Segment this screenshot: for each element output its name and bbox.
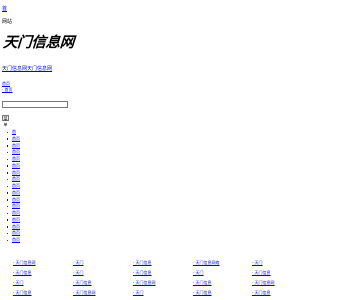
grid-link[interactable]: · 天门信息网 (133, 280, 156, 285)
menu-item[interactable]: 首页 (6, 149, 20, 156)
menu-item[interactable]: 首页 (6, 203, 20, 210)
grid-link[interactable]: · 天门 (133, 290, 144, 295)
grid-link[interactable]: · 天门信息 (13, 270, 32, 275)
menu-toggle-button[interactable]: 菜单 (2, 115, 9, 127)
grid-link[interactable]: · 天门信息网 (13, 260, 36, 265)
menu-item[interactable]: 首页 (6, 217, 20, 224)
footer-link-grid: · 天门信息网 · 天门 · 天门信息 · 天门信息网络 · 天门 · 天门信息… (0, 258, 360, 298)
menu-item[interactable]: 首页 (6, 176, 20, 183)
grid-link[interactable]: · 天门信息 (193, 290, 212, 295)
grid-link[interactable]: · 天门 (13, 280, 24, 285)
grid-link[interactable]: · 天门信息 (252, 290, 271, 295)
grid-link[interactable]: · 天门信息网络 (193, 260, 220, 265)
menu-item[interactable]: 首页 (6, 210, 20, 217)
grid-link[interactable]: · 天门信息网 (73, 290, 96, 295)
small-link-home-2[interactable]: · 首页 (2, 87, 13, 92)
menu-item[interactable]: 首页 (6, 190, 20, 197)
menu-item[interactable]: 首页 (6, 183, 20, 190)
menu-item[interactable]: 首 (6, 129, 20, 136)
grid-link[interactable]: · 天门信息 (133, 260, 152, 265)
grid-link[interactable]: · 天门 (252, 260, 263, 265)
menu-item[interactable]: 首页 (6, 136, 20, 143)
nav-menu: 首 首页 首页 首页 首页 首页 首页 首页 首页 首页 首页 首页 首页 首页… (6, 129, 20, 244)
menu-item[interactable]: 首页 (6, 230, 20, 237)
site-logo[interactable]: 天门信息网 (2, 35, 74, 51)
menu-item[interactable]: 首页 (6, 237, 20, 244)
top-home-link[interactable]: 首 (2, 6, 7, 12)
search-input[interactable] (2, 101, 68, 108)
grid-link[interactable]: · 天门信息 (193, 280, 212, 285)
small-links: 首页 · 首页 (2, 81, 13, 93)
grid-link[interactable]: · 天门信息 (73, 280, 92, 285)
menu-item[interactable]: 首页 (6, 156, 20, 163)
menu-item[interactable]: 首页 (6, 163, 20, 170)
grid-link[interactable]: · 天门 (73, 270, 84, 275)
grid-link[interactable]: · 天门 (73, 260, 84, 265)
grid-link[interactable]: · 天门信息 (13, 290, 32, 295)
grid-link[interactable]: · 天门信息 (133, 270, 152, 275)
grid-link[interactable]: · 天门信息网 (252, 280, 275, 285)
grid-link[interactable]: · 天门信息 (252, 270, 271, 275)
subnav-link[interactable]: 天门信息网天门信息网 (2, 66, 52, 72)
small-link-home[interactable]: 首页 (2, 81, 10, 86)
grid-link[interactable]: · 天门 (193, 270, 204, 275)
site-label: 网站 (2, 19, 13, 25)
